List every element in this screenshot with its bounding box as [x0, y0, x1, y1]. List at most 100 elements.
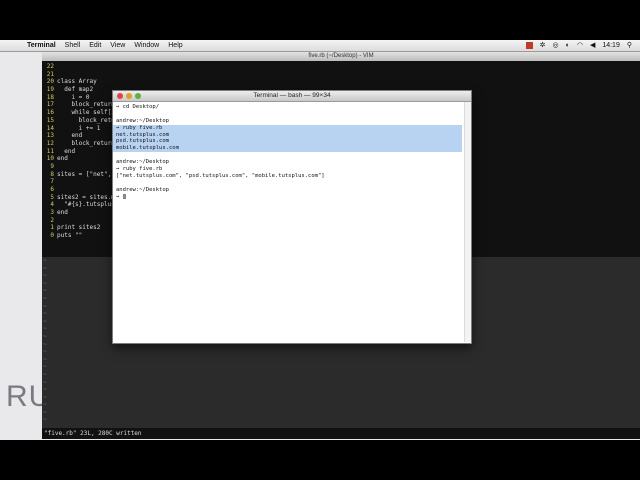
- line-number: 12: [46, 139, 54, 147]
- minimize-button[interactable]: [126, 93, 132, 99]
- code-text: end: [57, 155, 68, 163]
- code-text: "#{s}.tutsplus: [57, 201, 115, 209]
- terminal-line-text: mobile.tutsplus.com: [116, 145, 179, 152]
- zoom-button[interactable]: [135, 93, 141, 99]
- line-number: 11: [46, 147, 54, 155]
- empty-line-marker: ~: [43, 363, 47, 371]
- vim-window-title: five.rb (~/Desktop) - VIM: [308, 53, 374, 59]
- code-text: end: [57, 209, 68, 217]
- terminal-titlebar[interactable]: Terminal — bash — 99×34: [113, 91, 471, 102]
- empty-line-marker: ~: [43, 386, 47, 394]
- code-text: block_return: [57, 139, 115, 147]
- line-number: 5: [50, 193, 54, 201]
- code-text: def map2: [57, 86, 94, 94]
- terminal-line-selected: psd.tutsplus.com: [113, 138, 462, 146]
- menu-item-edit[interactable]: Edit: [89, 42, 101, 49]
- empty-line-marker: ~: [43, 393, 47, 401]
- terminal-line: andrew:~/Desktop: [116, 187, 468, 194]
- terminal-line-text: → ruby five.rb: [116, 124, 163, 131]
- vim-titlebar: five.rb (~/Desktop) - VIM: [42, 52, 640, 61]
- line-number: 14: [46, 124, 54, 132]
- code-text: end: [57, 132, 83, 140]
- menu-bar: Terminal Shell Edit View Window Help ✲ ◎ ◐ ◠ …: [0, 40, 640, 52]
- terminal-line-text: andrew:~/Desktop: [116, 159, 169, 166]
- terminal-line: → cd Desktop/: [116, 104, 468, 111]
- code-text: i = 0: [57, 93, 90, 101]
- wifi-icon[interactable]: ◠: [577, 41, 583, 49]
- terminal-line: andrew:~/Desktop: [116, 159, 468, 166]
- line-number: 10: [46, 155, 54, 163]
- code-text: puts "": [57, 232, 83, 240]
- code-text: while self[i: [57, 109, 115, 117]
- vim-status-line: "five.rb" 23L, 280C written: [42, 428, 640, 439]
- time-machine-icon[interactable]: ◎: [552, 41, 558, 49]
- terminal-line-selected: → ruby five.rb: [113, 124, 462, 132]
- terminal-line-selected: net.tutsplus.com: [113, 131, 462, 139]
- empty-line-marker: ~: [43, 408, 47, 416]
- line-number: 3: [50, 209, 54, 217]
- terminal-window-title: Terminal — bash — 99×34: [253, 92, 331, 99]
- line-number: 21: [46, 70, 54, 78]
- close-button[interactable]: [117, 93, 123, 99]
- empty-line-marker: ~: [43, 416, 47, 424]
- menu-item-window[interactable]: Window: [134, 42, 159, 49]
- code-text: block_retu: [57, 116, 115, 124]
- empty-line-marker: ~: [43, 401, 47, 409]
- menu-item-help[interactable]: Help: [168, 42, 182, 49]
- terminal-scrollbar[interactable]: [464, 102, 471, 342]
- code-text: print sites2: [57, 224, 101, 232]
- sync-icon[interactable]: ◐: [566, 42, 570, 49]
- terminal-line-text: andrew:~/Desktop: [116, 186, 169, 193]
- line-number: 1: [50, 224, 54, 232]
- line-number: 0: [50, 232, 54, 240]
- terminal-line: → ruby five.rb: [116, 166, 468, 173]
- gear-icon[interactable]: ✲: [540, 41, 546, 49]
- code-text: end: [57, 147, 76, 155]
- menu-items: Terminal Shell Edit View Window Help: [27, 42, 183, 49]
- line-number: 2: [50, 216, 54, 224]
- menu-extras: ✲ ◎ ◐ ◠ ◀ 14:19 ⚲: [525, 41, 632, 49]
- line-number: 15: [46, 116, 54, 124]
- line-number: 9: [50, 162, 54, 170]
- spotlight-search-icon[interactable]: ⚲: [627, 41, 632, 49]
- empty-line-marker: ~: [43, 378, 47, 386]
- line-number: 20: [46, 78, 54, 86]
- app-status-icon[interactable]: [525, 41, 533, 49]
- code-line: 21: [42, 71, 640, 79]
- terminal-line-text: net.tutsplus.com: [116, 131, 169, 138]
- terminal-line: andrew:~/Desktop: [116, 118, 468, 125]
- empty-line-marker: ~: [43, 370, 47, 378]
- empty-line-marker: ~: [43, 355, 47, 363]
- line-number: 22: [46, 63, 54, 70]
- terminal-line-text: →: [116, 193, 123, 200]
- line-number: 18: [46, 93, 54, 101]
- terminal-line-text: psd.tutsplus.com: [116, 138, 169, 145]
- line-number: 4: [50, 201, 54, 209]
- code-text: sites2 = sites.m: [57, 193, 115, 201]
- terminal-window: Terminal — bash — 99×34 → cd Desktop/and…: [112, 90, 472, 344]
- line-number: 6: [50, 186, 54, 193]
- text-cursor: [122, 193, 126, 199]
- code-text: i += 1: [57, 124, 101, 132]
- terminal-line-selected: mobile.tutsplus.com: [113, 145, 462, 153]
- terminal-output[interactable]: → cd Desktop/andrew:~/Desktop → ruby five…: [113, 102, 471, 344]
- terminal-line: ["net.tutsplus.com", "psd.tutsplus.com",…: [116, 173, 468, 180]
- volume-icon[interactable]: ◀: [590, 41, 595, 49]
- code-line: 22: [42, 63, 640, 71]
- terminal-line: →: [116, 193, 468, 201]
- menu-item-shell[interactable]: Shell: [65, 42, 81, 49]
- code-text: block_return: [57, 101, 115, 109]
- clock[interactable]: 14:19: [602, 42, 620, 49]
- line-number: 16: [46, 109, 54, 117]
- code-text: sites = ["net",: [57, 170, 112, 178]
- line-number: 19: [46, 86, 54, 94]
- menu-item-view[interactable]: View: [110, 42, 125, 49]
- code-line: 20 class Array: [42, 78, 640, 86]
- line-number: 8: [50, 170, 54, 178]
- terminal-line-text: ["net.tutsplus.com", "psd.tutsplus.com",…: [116, 172, 325, 179]
- menu-item-terminal[interactable]: Terminal: [27, 42, 56, 49]
- line-number: 13: [46, 132, 54, 140]
- line-number: 17: [46, 101, 54, 109]
